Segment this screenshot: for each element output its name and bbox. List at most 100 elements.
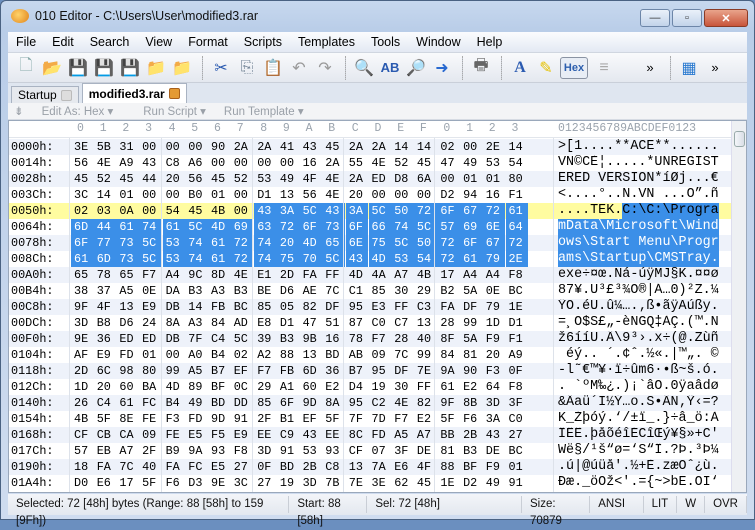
menu-scripts[interactable]: Scripts — [236, 35, 290, 49]
hex-byte[interactable]: CF — [71, 427, 94, 443]
hex-byte[interactable]: 72 — [437, 235, 461, 251]
hex-byte[interactable]: E6 — [94, 475, 117, 491]
new-file-icon[interactable]: 🗋 — [14, 56, 38, 80]
hex-byte[interactable]: E8 — [254, 315, 277, 331]
hex-byte[interactable]: C0 — [369, 315, 392, 331]
hex-byte[interactable]: 20 — [163, 171, 186, 187]
hex-byte[interactable]: A4 — [483, 267, 506, 283]
hex-row[interactable]: 0028h: 45 52 45 44 20 56 45 52 53 49 4F 4E 2A ED D8 6A 00… — [9, 171, 734, 187]
highlight-icon[interactable]: ✎ — [534, 56, 558, 80]
hex-byte[interactable]: 74 — [185, 235, 208, 251]
menu-tools[interactable]: Tools — [363, 35, 408, 49]
hex-byte[interactable]: CB — [94, 427, 117, 443]
hex-byte[interactable]: BF — [208, 379, 231, 395]
status-width[interactable]: W — [677, 496, 706, 513]
hex-byte[interactable]: 52 — [94, 171, 117, 187]
hex-byte[interactable]: 00 — [369, 187, 392, 203]
hex-byte[interactable]: 9D — [300, 395, 323, 411]
hex-byte[interactable]: 13 — [116, 299, 139, 315]
hex-byte[interactable]: 9A — [437, 363, 460, 379]
hex-byte[interactable]: 3C — [71, 187, 94, 203]
hex-byte[interactable]: 53 — [483, 155, 506, 171]
status-encoding[interactable]: ANSI — [590, 496, 644, 513]
hex-byte[interactable]: B0 — [185, 187, 208, 203]
hex-byte[interactable]: 65 — [116, 267, 139, 283]
hex-byte[interactable]: 19 — [277, 475, 300, 491]
hex-byte[interactable]: 93 — [208, 443, 231, 459]
print-icon[interactable]: 🖶 — [469, 56, 493, 80]
hex-byte[interactable]: 3D — [71, 315, 94, 331]
hex-byte[interactable]: 5C — [322, 251, 345, 267]
hex-byte[interactable]: 36 — [322, 363, 345, 379]
hex-byte[interactable]: 43 — [345, 251, 369, 267]
hex-byte[interactable]: 95 — [346, 395, 369, 411]
hex-byte[interactable]: EE — [322, 427, 345, 443]
menu-templates[interactable]: Templates — [290, 35, 363, 49]
hex-byte[interactable]: B9 — [163, 443, 186, 459]
toolbar-overflow-icon[interactable]: » — [638, 56, 662, 80]
menu-format[interactable]: Format — [180, 35, 236, 49]
ascii-text[interactable]: ŸO.éÛ.û¼….‚ß•ãÿÃúßy. — [558, 299, 720, 315]
ascii-text[interactable]: ¯éý.. ´.¢ˆ.½«.|™„. © — [558, 347, 720, 363]
hex-byte[interactable]: FD — [369, 427, 392, 443]
hex-byte[interactable]: 45 — [322, 139, 345, 155]
hex-byte[interactable]: F9 — [483, 459, 506, 475]
hex-byte[interactable]: FA — [163, 459, 186, 475]
hex-byte[interactable]: 84 — [437, 347, 460, 363]
hex-byte[interactable]: 4A — [369, 267, 392, 283]
hex-byte[interactable]: 36 — [94, 331, 117, 347]
hex-byte[interactable]: 2E — [505, 251, 529, 267]
hex-byte[interactable]: FA — [300, 267, 323, 283]
ascii-text[interactable]: &Äaü´I½Ý…o.Š•ÂN‚Ÿ‹=? — [558, 395, 720, 411]
hex-row[interactable]: 008Ch: 61 6D 73 5C 53 74 61 72 74 75 70 5C 43 4D 53 54 72… — [9, 251, 734, 267]
hex-byte[interactable]: E2 — [460, 379, 483, 395]
hex-byte[interactable]: 69 — [460, 219, 483, 235]
hex-byte[interactable]: 81 — [460, 347, 483, 363]
ascii-text[interactable]: ž6ííÛ.Ä\9³›.x÷(@.Zùñ — [558, 331, 720, 347]
hex-byte[interactable]: 6E — [482, 219, 506, 235]
hex-byte[interactable]: 37 — [94, 283, 117, 299]
hex-byte[interactable]: EE — [254, 427, 277, 443]
hex-byte[interactable]: 01 — [139, 347, 162, 363]
hex-byte[interactable]: D2 — [437, 187, 460, 203]
menu-help[interactable]: Help — [469, 35, 511, 49]
hex-byte[interactable]: A6 — [185, 155, 208, 171]
hex-byte[interactable]: 85 — [254, 395, 277, 411]
hex-byte[interactable]: 75 — [276, 251, 300, 267]
hex-byte[interactable]: 45 — [208, 171, 231, 187]
hex-byte[interactable]: 60 — [116, 379, 139, 395]
hex-byte[interactable]: FD — [116, 347, 139, 363]
run-template-dropdown[interactable]: Run Template ▾ — [224, 104, 304, 118]
hex-byte[interactable]: 5B — [94, 139, 117, 155]
hex-byte[interactable]: 73 — [322, 219, 345, 235]
hex-byte[interactable]: BD — [277, 459, 300, 475]
hex-byte[interactable]: DE — [483, 443, 506, 459]
hex-byte[interactable]: 43 — [254, 203, 277, 219]
ascii-text[interactable]: ....TEK.C:\C:\Progra — [558, 203, 720, 219]
hex-byte[interactable]: 8A — [163, 315, 186, 331]
minimize-button[interactable]: — — [640, 9, 670, 27]
hex-byte[interactable]: 85 — [254, 299, 277, 315]
hex-byte[interactable]: 9D — [208, 411, 231, 427]
hex-byte[interactable]: 6F — [277, 395, 300, 411]
hex-byte[interactable]: 09 — [139, 427, 162, 443]
hex-byte[interactable]: 00 — [460, 139, 483, 155]
hex-byte[interactable]: 3F — [391, 443, 414, 459]
hex-byte[interactable]: DA — [163, 283, 186, 299]
hex-byte[interactable]: 17 — [116, 475, 139, 491]
hex-byte[interactable]: 75 — [368, 235, 392, 251]
hex-byte[interactable]: 2A — [369, 139, 392, 155]
hex-byte[interactable]: CA — [116, 427, 139, 443]
hex-byte[interactable]: F6 — [460, 411, 483, 427]
vertical-scrollbar[interactable] — [731, 121, 746, 492]
hex-byte[interactable]: 9F — [437, 395, 460, 411]
hex-byte[interactable]: DF — [460, 299, 483, 315]
hex-byte[interactable]: F6 — [163, 475, 186, 491]
hex-byte[interactable]: 6F — [299, 219, 323, 235]
hex-byte[interactable]: 82 — [300, 299, 323, 315]
hex-byte[interactable]: E2 — [322, 379, 345, 395]
hex-row[interactable]: 00F0h: 9E 36 ED ED DB 7F C4 5C 39 B3 9B 16 78 F7 28 40 8F… — [9, 331, 734, 347]
save-as-icon[interactable]: 💾 — [92, 56, 116, 80]
ascii-text[interactable]: ÏËÊ.þåõéîÉCîŒý¥§»+C' — [558, 427, 720, 443]
hex-byte[interactable]: 91 — [506, 475, 529, 491]
